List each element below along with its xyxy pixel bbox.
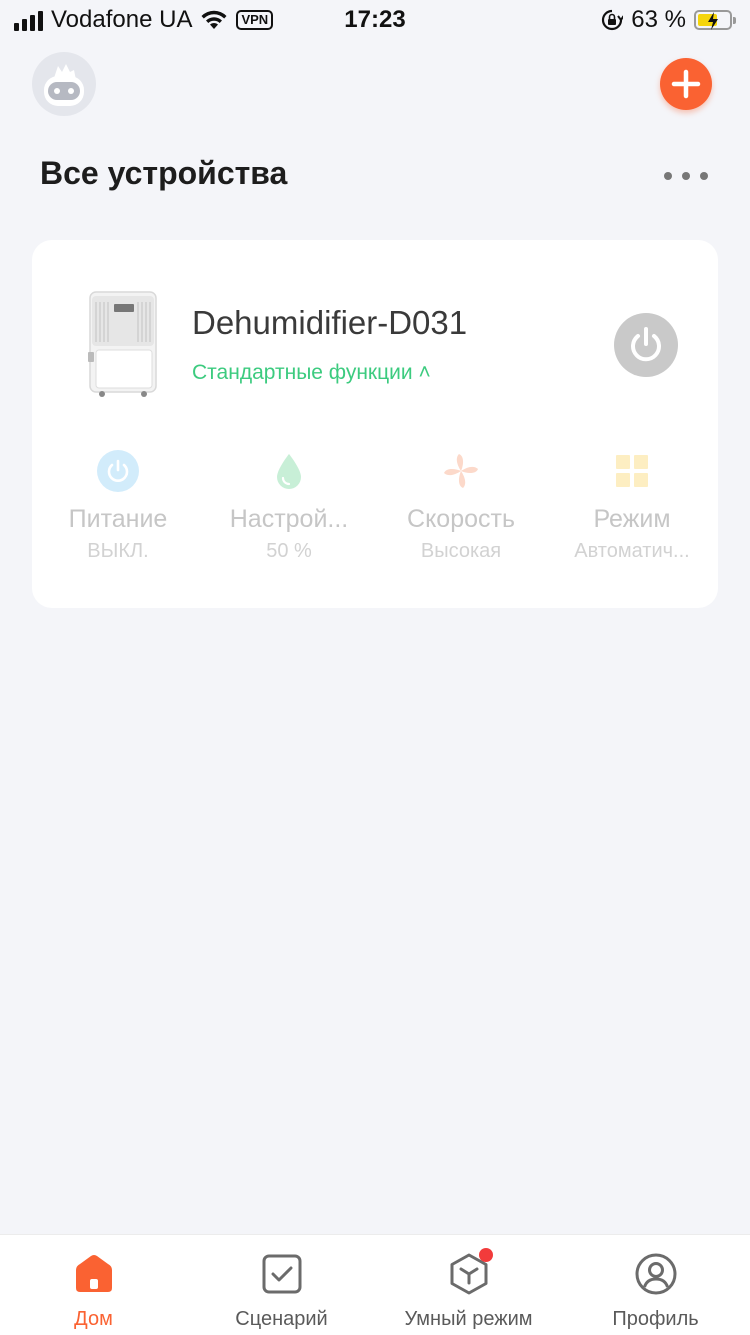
page-title: Все устройства bbox=[40, 155, 288, 191]
dehumidifier-image bbox=[88, 291, 157, 397]
water-drop-icon bbox=[277, 454, 301, 489]
control-label: Скорость bbox=[407, 505, 515, 533]
fan-icon bbox=[444, 454, 478, 488]
plus-icon bbox=[671, 69, 701, 99]
tab-label: Умный режим bbox=[404, 1308, 533, 1330]
control-value: 50 % bbox=[266, 540, 312, 562]
tab-scenario[interactable]: Сценарий bbox=[188, 1235, 375, 1335]
tab-smart[interactable]: Умный режим bbox=[375, 1235, 562, 1335]
more-options-button[interactable] bbox=[664, 166, 708, 186]
notification-badge bbox=[479, 1248, 493, 1262]
standard-functions-link[interactable]: Стандартные функции ˄ bbox=[192, 361, 431, 385]
mascot-avatar-icon bbox=[44, 64, 84, 106]
power-icon bbox=[97, 450, 139, 492]
profile-icon bbox=[635, 1253, 677, 1295]
home-avatar[interactable] bbox=[32, 52, 96, 116]
control-label: Режим bbox=[593, 505, 671, 533]
tab-label: Дом bbox=[74, 1308, 113, 1330]
home-icon bbox=[76, 1255, 112, 1292]
device-card[interactable]: Dehumidifier-D031 Стандартные функции ˄ … bbox=[32, 240, 718, 608]
tab-label: Профиль bbox=[612, 1308, 699, 1330]
battery-percent: 63 % bbox=[631, 6, 686, 33]
battery-icon bbox=[694, 10, 736, 30]
control-value: Автоматич... bbox=[574, 540, 690, 562]
device-power-button[interactable] bbox=[614, 313, 678, 377]
control-value: Высокая bbox=[420, 540, 502, 562]
mode-grid-icon bbox=[616, 455, 648, 487]
control-value: ВЫКЛ. bbox=[87, 540, 149, 562]
control-label: Настрой... bbox=[229, 505, 349, 533]
bottom-tab-bar: Дом Сценарий Умный режим Профиль bbox=[0, 1234, 750, 1335]
power-icon bbox=[631, 327, 661, 362]
control-label: Питание bbox=[68, 505, 168, 533]
device-name: Dehumidifier-D031 bbox=[192, 304, 468, 341]
scenario-check-icon bbox=[262, 1254, 302, 1294]
tab-label: Сценарий bbox=[235, 1308, 328, 1330]
tab-home[interactable]: Дом bbox=[0, 1235, 187, 1335]
add-device-button[interactable] bbox=[660, 58, 712, 110]
tab-profile[interactable]: Профиль bbox=[562, 1235, 749, 1335]
status-right: 63 % bbox=[601, 6, 736, 34]
status-bar: Vodafone UA VPN 17:23 63 % bbox=[0, 0, 750, 44]
orientation-lock-icon bbox=[602, 9, 624, 31]
device-controls: Питание ВЫКЛ. Настрой... 50 % Скорость В… bbox=[32, 450, 718, 570]
